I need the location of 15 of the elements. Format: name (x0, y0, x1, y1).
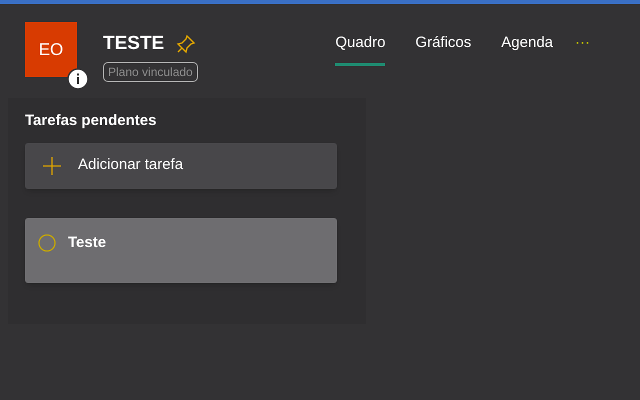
plus-icon (43, 156, 61, 174)
tab[interactable]: Quadro (335, 32, 386, 66)
bucket-title: Tarefas pendentes (25, 111, 158, 131)
more-button[interactable]: ··· (575, 32, 590, 54)
info-icon[interactable] (67, 68, 89, 90)
tab[interactable]: Gráficos (415, 32, 472, 66)
task-title: Teste (68, 234, 106, 252)
plan-title: TESTE (103, 32, 164, 56)
add-task-button[interactable]: Adicionar tarefa (25, 142, 337, 188)
task-card[interactable]: Teste (25, 218, 337, 282)
plan-avatar: EO (25, 22, 77, 77)
checkbox-circle-icon[interactable] (38, 234, 56, 252)
pin-icon[interactable] (176, 34, 196, 54)
plan-badge: Plano vinculado (103, 62, 198, 82)
tab[interactable]: Agenda (501, 32, 553, 66)
